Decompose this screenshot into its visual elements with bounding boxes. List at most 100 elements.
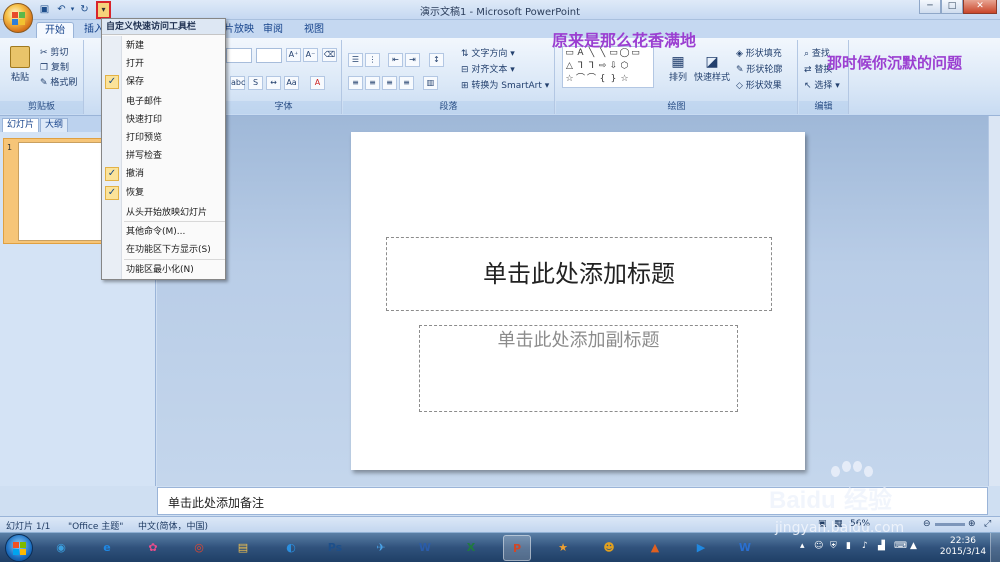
menu-item[interactable]: 打印预览 (102, 129, 225, 147)
menu-item[interactable]: 在功能区下方显示(S) (102, 241, 225, 259)
clipboard-group-label: 剪贴板 (0, 101, 83, 114)
menu-item[interactable]: ✓ 恢复 (102, 184, 225, 202)
cursor-icon: ↖ (804, 81, 815, 91)
slide-count: 幻灯片 1/1 (6, 522, 51, 532)
taskbar-app-ie[interactable]: e (93, 535, 121, 561)
tray-power-icon[interactable]: ▮ (846, 541, 851, 551)
paste-button[interactable]: 粘贴 (6, 46, 34, 90)
tray-chat-icon[interactable]: ☺ (814, 541, 823, 551)
taskbar-app-video[interactable]: ▶ (687, 535, 715, 561)
overlay-caption-1: 原来是那么花香满地 (552, 31, 697, 50)
menu-separator (124, 259, 225, 260)
menu-item[interactable]: ✓ 撤消 (102, 165, 225, 183)
taskbar-app-powerpoint[interactable]: P (503, 535, 531, 561)
tab-review[interactable]: 审阅 (255, 22, 291, 38)
bullets-icon[interactable]: ☰ (348, 53, 363, 67)
tab-outline[interactable]: 大纲 (40, 118, 69, 132)
taskbar-app-qq-player[interactable]: ◐ (277, 535, 305, 561)
tab-slides[interactable]: 幻灯片 (2, 118, 40, 132)
tray-volume-icon[interactable]: ♪ (862, 541, 868, 551)
menu-item[interactable]: 打开 (102, 55, 225, 73)
change-case-icon[interactable]: Aa (284, 76, 299, 90)
zoom-in-icon[interactable]: ⊕ (968, 519, 976, 529)
cut-button[interactable]: ✂ 剪切 (40, 45, 68, 58)
align-center-icon[interactable]: ≡ (365, 76, 380, 90)
tray-shield-icon[interactable]: ⛨ (830, 541, 837, 551)
minimize-button[interactable]: ─ (919, 0, 941, 14)
binoculars-icon: ⌕ (804, 49, 812, 59)
align-left-icon[interactable]: ≡ (348, 76, 363, 90)
show-desktop-button[interactable] (990, 533, 1000, 562)
menu-item-label: 撤消 (126, 169, 145, 179)
checkmark-icon: ✓ (105, 75, 119, 89)
shape-effects-button[interactable]: ◇ 形状效果 (736, 78, 782, 91)
wps-icon: W (738, 541, 752, 554)
subtitle-placeholder[interactable]: 单击此处添加副标题 (419, 325, 738, 412)
tray-network-icon[interactable]: ▟ (878, 541, 885, 551)
strikethrough-icon[interactable]: abc (230, 76, 245, 90)
numbering-icon[interactable]: ⋮ (365, 53, 380, 67)
copy-button[interactable]: ❐ 复制 (40, 60, 69, 73)
menu-item[interactable]: 从头开始放映幻灯片 (102, 204, 225, 222)
tab-view[interactable]: 视图 (296, 22, 332, 38)
tab-home[interactable]: 开始 (36, 22, 74, 38)
line-spacing-icon[interactable]: ↕ (429, 53, 444, 67)
menu-item[interactable]: 新建 (102, 37, 225, 55)
text-direction-button[interactable]: ⇅ 文字方向 ▾ (461, 46, 515, 59)
font-name-combo[interactable] (226, 48, 252, 63)
menu-item[interactable]: ✓ 保存 (102, 73, 225, 91)
taskbar-app-photoshop[interactable]: Ps (321, 535, 349, 561)
taskbar-app-picasa[interactable]: ✿ (139, 535, 167, 561)
close-button[interactable]: ✕ (963, 0, 997, 14)
save-icon[interactable]: ▣ (38, 3, 51, 16)
quick-styles-button[interactable]: ◪ 快速样式 (694, 54, 730, 83)
shape-outline-button[interactable]: ✎ 形状轮廓 (736, 62, 782, 75)
align-right-icon[interactable]: ≡ (382, 76, 397, 90)
office-button[interactable] (3, 3, 33, 33)
menu-item[interactable]: 电子邮件 (102, 93, 225, 111)
maximize-button[interactable]: □ (941, 0, 963, 14)
customize-qat-button[interactable]: ▾ (96, 1, 111, 19)
select-button[interactable]: ↖ 选择 ▾ (804, 78, 840, 91)
font-color-icon[interactable]: A (310, 76, 325, 90)
grow-font-button[interactable]: A⁺ (286, 48, 301, 62)
shape-fill-button[interactable]: ◈ 形状填充 (736, 46, 782, 59)
taskbar-app-matlab[interactable]: ▲ (641, 535, 669, 561)
clear-format-icon[interactable]: ⌫ (322, 48, 337, 62)
justify-icon[interactable]: ≡ (399, 76, 414, 90)
tray-signal-icon[interactable]: ▲ (910, 541, 917, 551)
menu-item[interactable]: 其他命令(M)... (102, 223, 225, 241)
char-spacing-icon[interactable]: ↔ (266, 76, 281, 90)
taskbar-app-excel[interactable]: X (457, 535, 485, 561)
shrink-font-button[interactable]: A⁻ (303, 48, 318, 62)
arrange-button[interactable]: ▦ 排列 (664, 54, 692, 83)
decrease-indent-icon[interactable]: ⇤ (388, 53, 403, 67)
fit-window-icon[interactable]: ⤢ (984, 519, 991, 529)
tray-keyboard-icon[interactable]: ⌨ (894, 541, 907, 551)
start-button[interactable] (5, 534, 33, 562)
redo-icon[interactable]: ↻ (78, 3, 91, 16)
taskbar-app-bird[interactable]: ✈ (367, 535, 395, 561)
taskbar-app-word[interactable]: W (411, 535, 439, 561)
title-placeholder[interactable]: 单击此处添加标题 (386, 237, 772, 311)
slide[interactable]: 单击此处添加标题 单击此处添加副标题 (351, 132, 805, 470)
arrange-icon: ▦ (671, 54, 685, 70)
taskbar-app-star[interactable]: ★ (549, 535, 577, 561)
font-size-combo[interactable] (256, 48, 282, 63)
tray-arrow-icon[interactable]: ▴ (800, 541, 805, 551)
taskbar-app-chrome[interactable]: ◎ (185, 535, 213, 561)
menu-item[interactable]: 拼写检查 (102, 147, 225, 165)
taskbar-app-explorer[interactable]: ▤ (229, 535, 257, 561)
align-text-button[interactable]: ⊟ 对齐文本 ▾ (461, 62, 515, 75)
format-painter-button[interactable]: ✎ 格式刷 (40, 75, 77, 88)
menu-item[interactable]: 功能区最小化(N) (102, 261, 225, 279)
smartart-button[interactable]: ⊞ 转换为 SmartArt ▾ (461, 78, 549, 91)
taskbar-app-360[interactable]: ◉ (47, 535, 75, 561)
taskbar-app-paint[interactable]: ☻ (595, 535, 623, 561)
shapes-gallery[interactable]: ▭ A ╲ ╲ ▭ ◯ ▭ △ ⅂ ⅂ ⇨ ⇩ ⬡ ☆ ⌒ ⌒{ } ☆ (562, 46, 654, 88)
menu-item[interactable]: 快速打印 (102, 111, 225, 129)
columns-icon[interactable]: ▥ (423, 76, 438, 90)
vertical-scrollbar[interactable] (988, 116, 1000, 486)
shadow-icon[interactable]: S (248, 76, 263, 90)
increase-indent-icon[interactable]: ⇥ (405, 53, 420, 67)
